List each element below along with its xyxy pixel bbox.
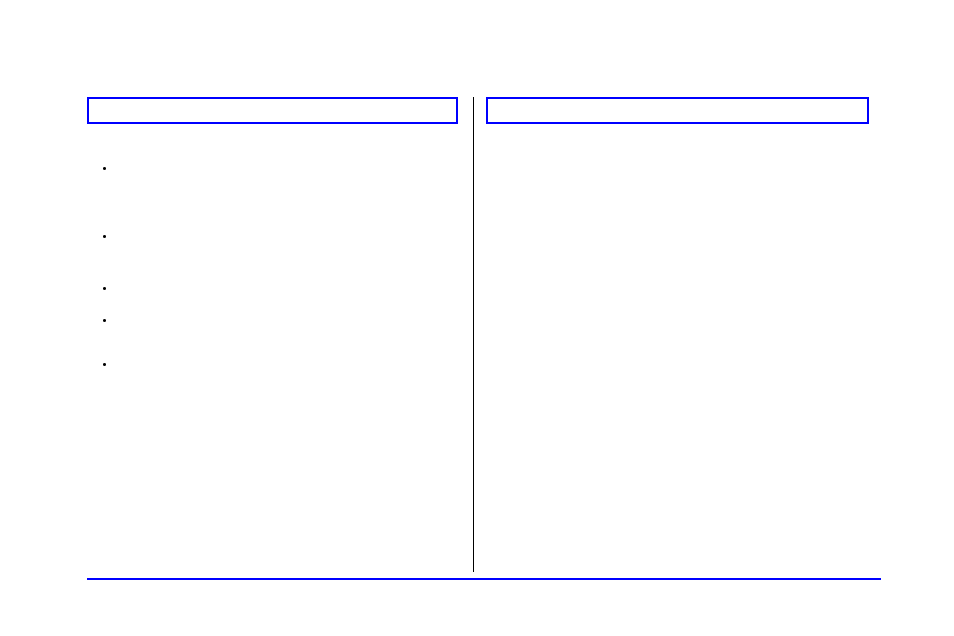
main-content — [87, 97, 881, 572]
column-divider — [473, 97, 474, 572]
footer-divider — [87, 578, 881, 580]
list-item — [115, 360, 473, 374]
right-input-field[interactable] — [486, 97, 869, 124]
left-input-field[interactable] — [87, 97, 458, 124]
right-column — [473, 97, 881, 572]
list-item — [115, 232, 473, 246]
left-column — [87, 97, 473, 572]
list-item — [115, 316, 473, 330]
two-column-layout — [87, 97, 881, 572]
bullet-list — [87, 164, 473, 374]
list-item — [115, 164, 473, 178]
list-item — [115, 284, 473, 298]
